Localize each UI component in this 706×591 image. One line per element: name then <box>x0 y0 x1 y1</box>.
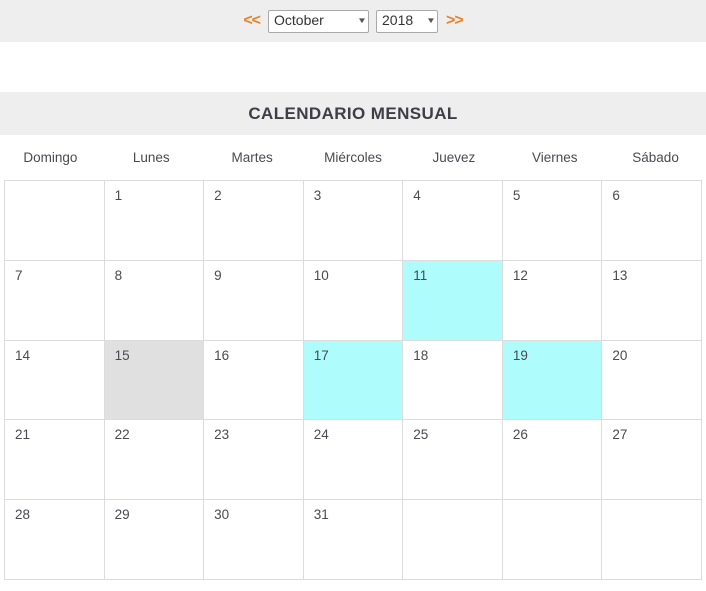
day-cell[interactable]: 5 <box>502 181 603 261</box>
day-cell[interactable]: 15 <box>104 340 205 421</box>
day-cell[interactable]: 1 <box>104 181 205 261</box>
weekday-header-4: Juevez <box>432 150 476 165</box>
next-month-button[interactable]: >> <box>445 13 464 29</box>
day-number: 18 <box>413 347 429 363</box>
day-cell[interactable]: 2 <box>204 181 304 261</box>
day-number: 17 <box>313 347 329 363</box>
day-cell-empty <box>5 181 105 261</box>
day-cell[interactable]: 7 <box>5 260 105 341</box>
month-grid: 1 2 3 4 5 6 7 8 9 10 11 12 13 14 15 16 17 18 19 20 21 22 23 24 2… <box>4 180 702 580</box>
day-cell[interactable]: 28 <box>5 500 105 580</box>
day-cell[interactable]: 21 <box>5 420 105 501</box>
day-number: 4 <box>413 188 421 203</box>
previous-month-button[interactable]: << <box>242 13 261 29</box>
day-number: 13 <box>612 267 628 283</box>
day-cell[interactable]: 29 <box>104 500 205 580</box>
page-title: CALENDARIO MENSUAL <box>248 103 458 123</box>
day-cell[interactable]: 11 <box>403 260 503 341</box>
day-number: 14 <box>15 347 31 363</box>
day-cell-empty <box>602 500 702 580</box>
day-cell[interactable]: 16 <box>204 340 304 421</box>
day-number: 22 <box>114 427 130 443</box>
day-cell[interactable]: 3 <box>303 181 404 261</box>
day-number: 26 <box>512 427 528 443</box>
day-cell[interactable]: 12 <box>502 260 603 341</box>
day-number: 29 <box>114 507 130 523</box>
day-cell[interactable]: 30 <box>204 500 304 580</box>
day-cell[interactable]: 18 <box>403 340 503 421</box>
day-number: 24 <box>313 427 329 443</box>
day-cell-empty <box>502 500 603 580</box>
day-cell[interactable]: 20 <box>602 340 702 421</box>
day-number: 5 <box>512 188 521 203</box>
day-number: 2 <box>214 188 222 203</box>
weekday-header-5: Viernes <box>531 150 578 165</box>
year-select-value: 2018 <box>382 12 414 28</box>
day-cell[interactable]: 17 <box>303 340 404 421</box>
day-cell[interactable]: 14 <box>5 340 105 421</box>
weekday-header-0: Domingo <box>23 150 78 165</box>
year-select[interactable]: 2018 ▼ <box>376 9 438 33</box>
day-cell[interactable]: 4 <box>403 181 503 261</box>
day-number: 12 <box>512 267 528 283</box>
day-number: 11 <box>413 267 428 283</box>
day-number: 6 <box>612 188 620 203</box>
day-cell-empty <box>403 500 503 580</box>
day-cell[interactable]: 6 <box>602 181 702 261</box>
chevron-down-icon: ▼ <box>426 15 436 25</box>
day-number: 1 <box>114 188 123 203</box>
day-number: 27 <box>612 427 628 443</box>
day-cell[interactable]: 24 <box>303 420 404 501</box>
day-cell[interactable]: 13 <box>602 260 702 341</box>
weekday-header-2: Martes <box>231 150 273 165</box>
day-cell[interactable]: 27 <box>602 420 702 501</box>
weekday-header-1: Lunes <box>132 150 170 165</box>
day-cell[interactable]: 26 <box>502 420 603 501</box>
day-cell[interactable]: 22 <box>104 420 205 501</box>
day-cell[interactable]: 23 <box>204 420 304 501</box>
day-number: 30 <box>214 507 230 523</box>
day-cell[interactable]: 25 <box>403 420 503 501</box>
weekday-header-3: Miércoles <box>324 150 382 165</box>
day-cell[interactable]: 8 <box>104 260 205 341</box>
day-number: 31 <box>313 507 329 523</box>
day-number: 8 <box>114 267 123 283</box>
day-number: 7 <box>15 267 23 283</box>
chevron-down-icon: ▼ <box>357 15 367 25</box>
calendar-navigation-bar: << October ▼ 2018 ▼ >> <box>0 0 706 42</box>
day-number: 15 <box>114 347 130 363</box>
day-number: 3 <box>313 188 322 203</box>
day-cell[interactable]: 9 <box>204 260 304 341</box>
content-spacer <box>0 42 706 92</box>
day-number: 16 <box>214 347 230 363</box>
weekday-header-row: Domingo Lunes Martes Miércoles Juevez Viernes… <box>0 135 706 180</box>
month-select-value: October <box>274 12 324 28</box>
day-number: 25 <box>413 427 429 443</box>
day-cell[interactable]: 19 <box>502 340 603 421</box>
month-select[interactable]: October ▼ <box>268 9 369 33</box>
day-cell[interactable]: 31 <box>303 500 404 580</box>
weekday-header-6: Sábado <box>632 150 679 165</box>
day-number: 21 <box>15 427 31 443</box>
day-number: 9 <box>214 267 222 283</box>
day-number: 10 <box>313 267 329 283</box>
day-number: 20 <box>612 347 628 363</box>
day-number: 28 <box>15 507 31 523</box>
day-number: 23 <box>214 427 230 443</box>
day-cell[interactable]: 10 <box>303 260 404 341</box>
day-number: 19 <box>512 347 528 363</box>
calendar-title-bar: CALENDARIO MENSUAL <box>0 92 706 135</box>
